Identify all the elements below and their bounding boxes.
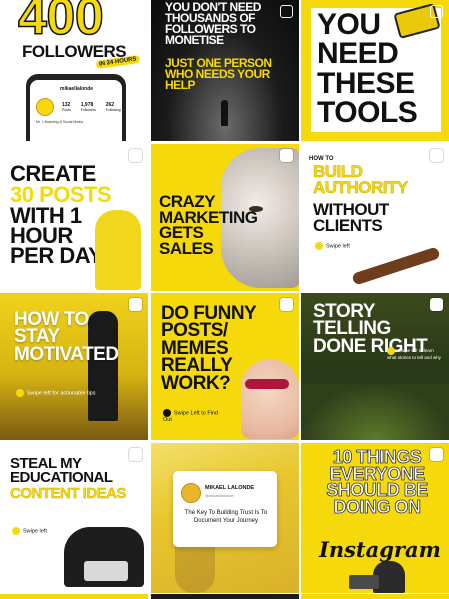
profile-stats: 132 Posts 1,978 Followers 262 Following [62,102,121,112]
select-checkbox[interactable] [430,298,443,311]
select-checkbox[interactable] [129,149,142,162]
swipe-label: Swipe left to learn what stories to tell… [387,347,443,360]
post-title-number: 400 [17,0,104,46]
post-text-main: STEAL MY EDUCATIONAL [10,455,113,486]
phone-screen: mikaellalonde 132 Posts 1,978 Followers 26… [30,80,122,141]
post-tile-crazy-marketing[interactable]: CRAZY MARKETING GETS SALES [151,144,299,291]
forest-ground [301,384,449,440]
post-text: 10 THINGS EVERYONE SHOULD BE DOING ON [326,447,429,517]
swipe-label: Swipe left [12,527,47,535]
post-grid: 400 FOLLOWERS IN 24 HOURS mikaellalonde … [0,0,449,599]
post-text-main: WITHOUT CLIENTS [313,200,389,235]
post-text-main: YOU DON'T NEED THOUSANDS OF FOLLOWERS TO… [165,0,261,48]
gavel-icon [351,246,441,286]
quote-card: MIKAEL LALONDE @mikaellalonde The Key To… [173,471,277,547]
quote-text: The Key To Building Trust Is To Document… [184,510,268,525]
post-tile-steal-ideas[interactable]: STEAL MY EDUCATIONAL CONTENT IDEAS Swipe… [0,443,148,593]
post-text: CRAZY MARKETING GETS SALES [159,192,258,258]
select-checkbox[interactable] [129,5,142,18]
post-tile-10-things[interactable]: 10 THINGS EVERYONE SHOULD BE DOING ON In… [301,443,449,593]
select-checkbox[interactable] [129,448,142,461]
swipe-text: Swipe left [326,243,350,250]
script-text: Instagram [319,537,441,562]
post-tile-funny-posts[interactable]: DO FUNNY POSTS/ MEMES REALLY WORK? Swipe… [151,293,299,440]
post-tile-400-followers[interactable]: 400 FOLLOWERS IN 24 HOURS mikaellalonde … [0,0,148,141]
laptop [349,575,379,589]
swipe-text: Swipe left to learn what stories to tell… [387,348,442,360]
hand-icon [12,527,20,535]
post-tile-storytelling[interactable]: STORY TELLING DONE RIGHT Swipe left to l… [301,293,449,440]
avatar [36,98,54,116]
profile-bio: Mr. L Branding & Social Media [36,120,83,124]
post-tile-tools[interactable]: YOU NEED THESE TOOLS [301,0,449,141]
select-checkbox[interactable] [280,149,293,162]
post-subtitle: FOLLOWERS [22,42,127,61]
swipe-text: Swipe Left to Find Out [163,410,219,423]
swipe-label: Swipe left for actionable tips [16,389,95,397]
swipe-text: Swipe left [23,528,47,535]
stat-posts-label: Posts [62,108,71,112]
select-checkbox[interactable] [280,298,293,311]
phone-mockup: mikaellalonde 132 Posts 1,978 Followers 26… [26,74,126,141]
profile-handle: mikaellalonde [60,86,94,92]
post-text-highlight: JUST ONE PERSON WHO NEEDS YOUR HELP [165,56,272,93]
author-handle: @mikaellalonde [205,493,234,498]
post-text: DO FUNNY POSTS/ MEMES REALLY WORK? [161,303,256,394]
swipe-label: Swipe left [315,242,350,250]
hand-icon [16,389,24,397]
select-checkbox[interactable] [430,448,443,461]
select-checkbox[interactable] [129,298,142,311]
avatar [181,483,201,503]
select-checkbox[interactable] [280,5,293,18]
post-tile-build-authority[interactable]: HOW TO BUILD AUTHORITY WITHOUT CLIENTS S… [301,144,449,291]
hand-icon [315,242,323,250]
post-text-highlight: BUILD AUTHORITY [313,162,409,197]
stat-followers-label: Followers [80,108,96,112]
swipe-text: Swipe left for actionable tips [27,390,96,397]
post-tile-stay-motivated[interactable]: HOW TO STAY MOTIVATED Swipe left for act… [0,293,148,440]
stat-following-label: Following [105,108,121,112]
hand-icon [387,347,395,355]
post-text-highlight: CONTENT IDEAS [10,485,127,502]
hand-icon [163,409,171,417]
laptop [84,561,128,581]
post-tile-monetise[interactable]: YOU DON'T NEED THOUSANDS OF FOLLOWERS TO… [151,0,299,141]
select-checkbox[interactable] [430,5,443,18]
author-name: MIKAEL LALONDE [205,485,255,491]
yellow-raincoat-figure [95,210,141,290]
select-checkbox[interactable] [430,149,443,162]
person-silhouette [221,100,228,126]
post-tile-30-posts[interactable]: CREATE 30 POSTS WITH 1 HOUR PER DAY [0,144,148,291]
post-text: HOW TO STAY MOTIVATED [14,309,119,365]
post-tile-quote[interactable]: MIKAEL LALONDE @mikaellalonde The Key To… [151,443,299,593]
next-row-partial [0,594,449,599]
swipe-label: Swipe Left to Find Out [163,409,223,423]
